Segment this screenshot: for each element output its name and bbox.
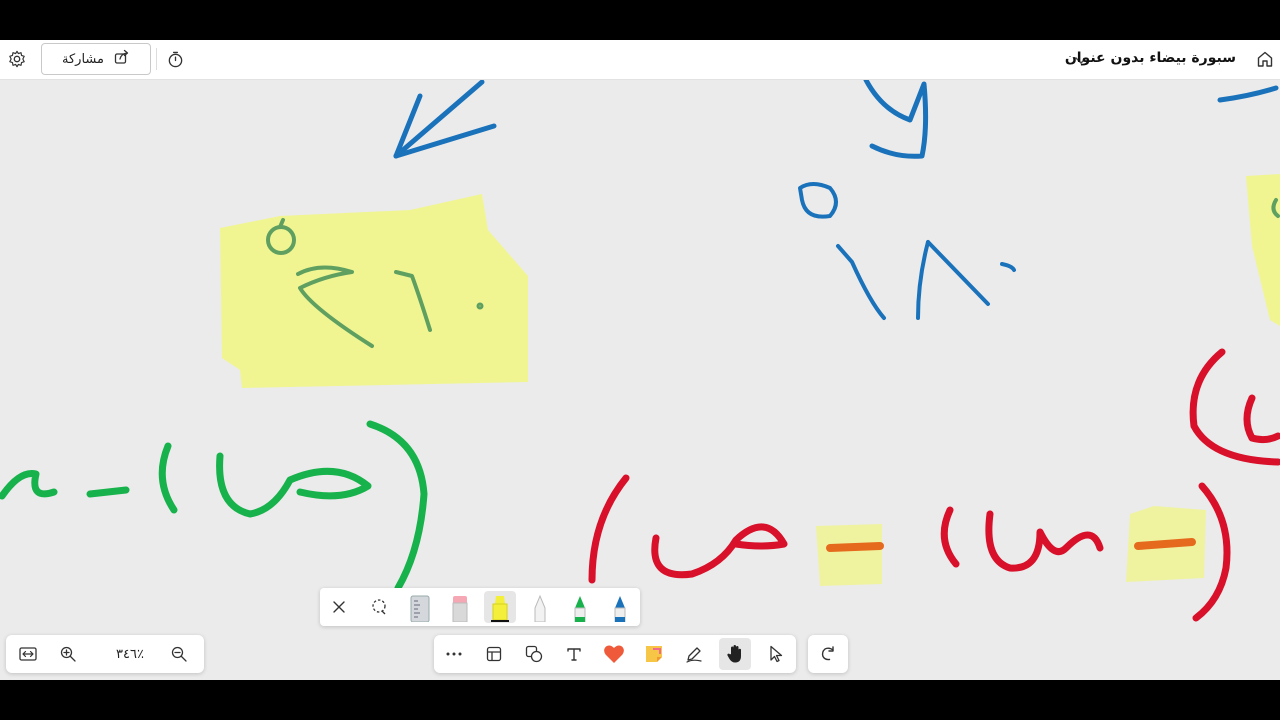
orange-minus-1 xyxy=(826,542,884,552)
ink-green-expression xyxy=(0,420,428,592)
green-pen-icon[interactable] xyxy=(564,591,596,623)
templates-icon[interactable] xyxy=(478,638,510,670)
hand-icon[interactable] xyxy=(719,638,751,670)
reactions-icon[interactable] xyxy=(598,638,630,670)
whiteboard-app: مشاركة سبورة بيضاء بدون عنوان ٪٣٤٦ xyxy=(0,40,1280,680)
shapes-icon[interactable] xyxy=(518,638,550,670)
lasso-icon[interactable] xyxy=(363,591,395,623)
zoom-in-icon[interactable] xyxy=(52,638,84,670)
sticky-note-270[interactable] xyxy=(220,194,528,388)
orange-minus-2 xyxy=(1134,538,1196,550)
zoom-out-icon[interactable] xyxy=(163,638,195,670)
toolbar-divider xyxy=(156,48,157,70)
ink-180-degrees xyxy=(798,182,1016,320)
letterbox-top xyxy=(0,0,1280,40)
ruler-icon[interactable] xyxy=(404,591,436,623)
inking-icon[interactable] xyxy=(678,638,710,670)
home-icon[interactable] xyxy=(1254,48,1276,70)
yellow-highlighter-icon[interactable] xyxy=(484,591,516,623)
whiteboard-canvas[interactable] xyxy=(0,40,1280,680)
share-button[interactable]: مشاركة xyxy=(41,43,151,75)
select-icon[interactable] xyxy=(760,638,792,670)
sticky-note-icon[interactable] xyxy=(638,638,670,670)
share-icon xyxy=(114,49,130,69)
top-bar: مشاركة سبورة بيضاء بدون عنوان xyxy=(0,40,1280,80)
letterbox-bottom xyxy=(0,680,1280,720)
timer-icon[interactable] xyxy=(164,48,186,70)
blue-arrow xyxy=(393,79,497,159)
settings-icon[interactable] xyxy=(6,48,28,70)
redo-icon[interactable] xyxy=(812,638,844,670)
redo-panel xyxy=(808,635,848,673)
blue-pen-icon[interactable] xyxy=(604,591,636,623)
pen-tray xyxy=(320,588,640,626)
text-icon[interactable] xyxy=(558,638,590,670)
share-label: مشاركة xyxy=(62,51,104,67)
more-icon[interactable] xyxy=(438,638,470,670)
zoom-level[interactable]: ٪٣٤٦ xyxy=(116,647,144,662)
eraser-icon[interactable] xyxy=(444,591,476,623)
fit-to-screen-icon[interactable] xyxy=(12,638,44,670)
white-pen-icon[interactable] xyxy=(524,591,556,623)
close-icon[interactable] xyxy=(323,591,355,623)
main-toolbar xyxy=(434,635,796,673)
ink-blue-top xyxy=(863,77,929,159)
zoom-panel: ٪٣٤٦ xyxy=(6,635,204,673)
whiteboard-title[interactable]: سبورة بيضاء بدون عنوان xyxy=(1065,50,1236,66)
